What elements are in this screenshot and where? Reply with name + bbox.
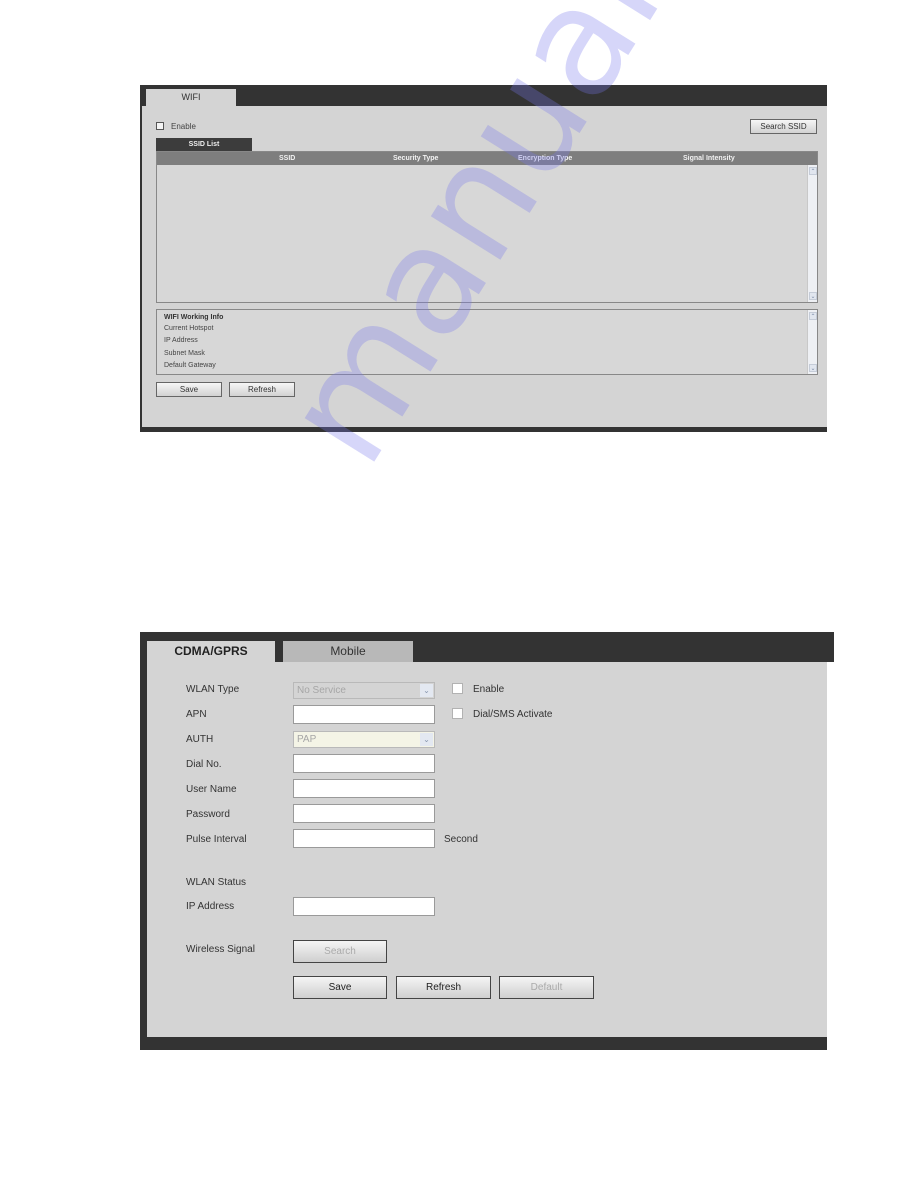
search-button[interactable]: Search: [293, 940, 387, 963]
scroll-up-icon[interactable]: ⌃: [809, 312, 817, 320]
wifi-settings-panel: WIFI Enable Search SSID SSID List SSID S…: [140, 85, 827, 432]
working-info-title: WIFI Working Info: [164, 314, 224, 321]
pulse-interval-unit: Second: [444, 834, 478, 845]
save-button[interactable]: Save: [293, 976, 387, 999]
ssid-table-header: SSID Security Type Encryption Type Signa…: [157, 152, 817, 165]
dial-sms-activate-checkbox[interactable]: [452, 708, 463, 719]
working-info-scrollbar[interactable]: ⌃ ⌄: [807, 310, 817, 374]
column-header-signal-intensity[interactable]: Signal Intensity: [683, 152, 735, 165]
column-header-ssid[interactable]: SSID: [279, 152, 295, 165]
wlan-type-label: WLAN Type: [186, 684, 240, 695]
dial-no-label: Dial No.: [186, 759, 222, 770]
ip-address-label: IP Address: [164, 337, 198, 344]
column-header-security-type[interactable]: Security Type: [393, 152, 438, 165]
password-input[interactable]: [293, 804, 435, 823]
mobile-tab-bar: CDMA/GPRS Mobile: [140, 632, 834, 662]
ssid-list-scrollbar[interactable]: ⌃ ⌄: [807, 165, 817, 302]
tab-cdma-gprs[interactable]: CDMA/GPRS: [147, 641, 275, 662]
wifi-enable-checkbox[interactable]: [156, 122, 164, 130]
wireless-signal-label: Wireless Signal: [186, 944, 255, 955]
apn-label: APN: [186, 709, 207, 720]
auth-label: AUTH: [186, 734, 214, 745]
chevron-down-icon[interactable]: ⌄: [420, 733, 433, 746]
column-header-encryption-type[interactable]: Encryption Type: [518, 152, 572, 165]
scroll-up-icon[interactable]: ⌃: [809, 167, 817, 175]
wifi-tab-bar: WIFI: [142, 85, 827, 107]
wifi-refresh-button[interactable]: Refresh: [229, 382, 295, 397]
pulse-interval-label: Pulse Interval: [186, 834, 247, 845]
wlan-type-select[interactable]: No Service ⌄: [293, 682, 435, 699]
dial-sms-activate-label: Dial/SMS Activate: [473, 709, 553, 720]
refresh-button[interactable]: Refresh: [396, 976, 491, 999]
password-label: Password: [186, 809, 230, 820]
ip-address-label: IP Address: [186, 901, 235, 912]
auth-value: PAP: [297, 734, 317, 745]
wlan-type-value: No Service: [297, 685, 346, 696]
search-ssid-button[interactable]: Search SSID: [750, 119, 817, 134]
wifi-enable-label: Enable: [171, 122, 196, 131]
subnet-mask-label: Subnet Mask: [164, 350, 205, 357]
auth-select[interactable]: PAP ⌄: [293, 731, 435, 748]
enable-checkbox[interactable]: [452, 683, 463, 694]
scroll-down-icon[interactable]: ⌄: [809, 364, 817, 372]
current-hotspot-label: Current Hotspot: [164, 325, 214, 332]
wifi-save-button[interactable]: Save: [156, 382, 222, 397]
wlan-status-label: WLAN Status: [186, 877, 247, 888]
ip-address-input[interactable]: [293, 897, 435, 916]
pulse-interval-input[interactable]: [293, 829, 435, 848]
chevron-down-icon[interactable]: ⌄: [420, 684, 433, 697]
wifi-working-info: WIFI Working Info Current Hotspot IP Add…: [156, 309, 818, 375]
tab-wifi[interactable]: WIFI: [146, 89, 236, 107]
default-button[interactable]: Default: [499, 976, 594, 999]
tab-mobile[interactable]: Mobile: [283, 641, 413, 662]
ssid-list-table: SSID Security Type Encryption Type Signa…: [156, 151, 818, 303]
tab-ssid-list[interactable]: SSID List: [156, 138, 252, 151]
mobile-settings-panel: CDMA/GPRS Mobile WLAN Type No Service ⌄ …: [140, 632, 834, 1050]
apn-input[interactable]: [293, 705, 435, 724]
user-name-input[interactable]: [293, 779, 435, 798]
scroll-down-icon[interactable]: ⌄: [809, 292, 817, 300]
user-name-label: User Name: [186, 784, 237, 795]
enable-label: Enable: [473, 684, 505, 695]
dial-no-input[interactable]: [293, 754, 435, 773]
default-gateway-label: Default Gateway: [164, 362, 216, 369]
